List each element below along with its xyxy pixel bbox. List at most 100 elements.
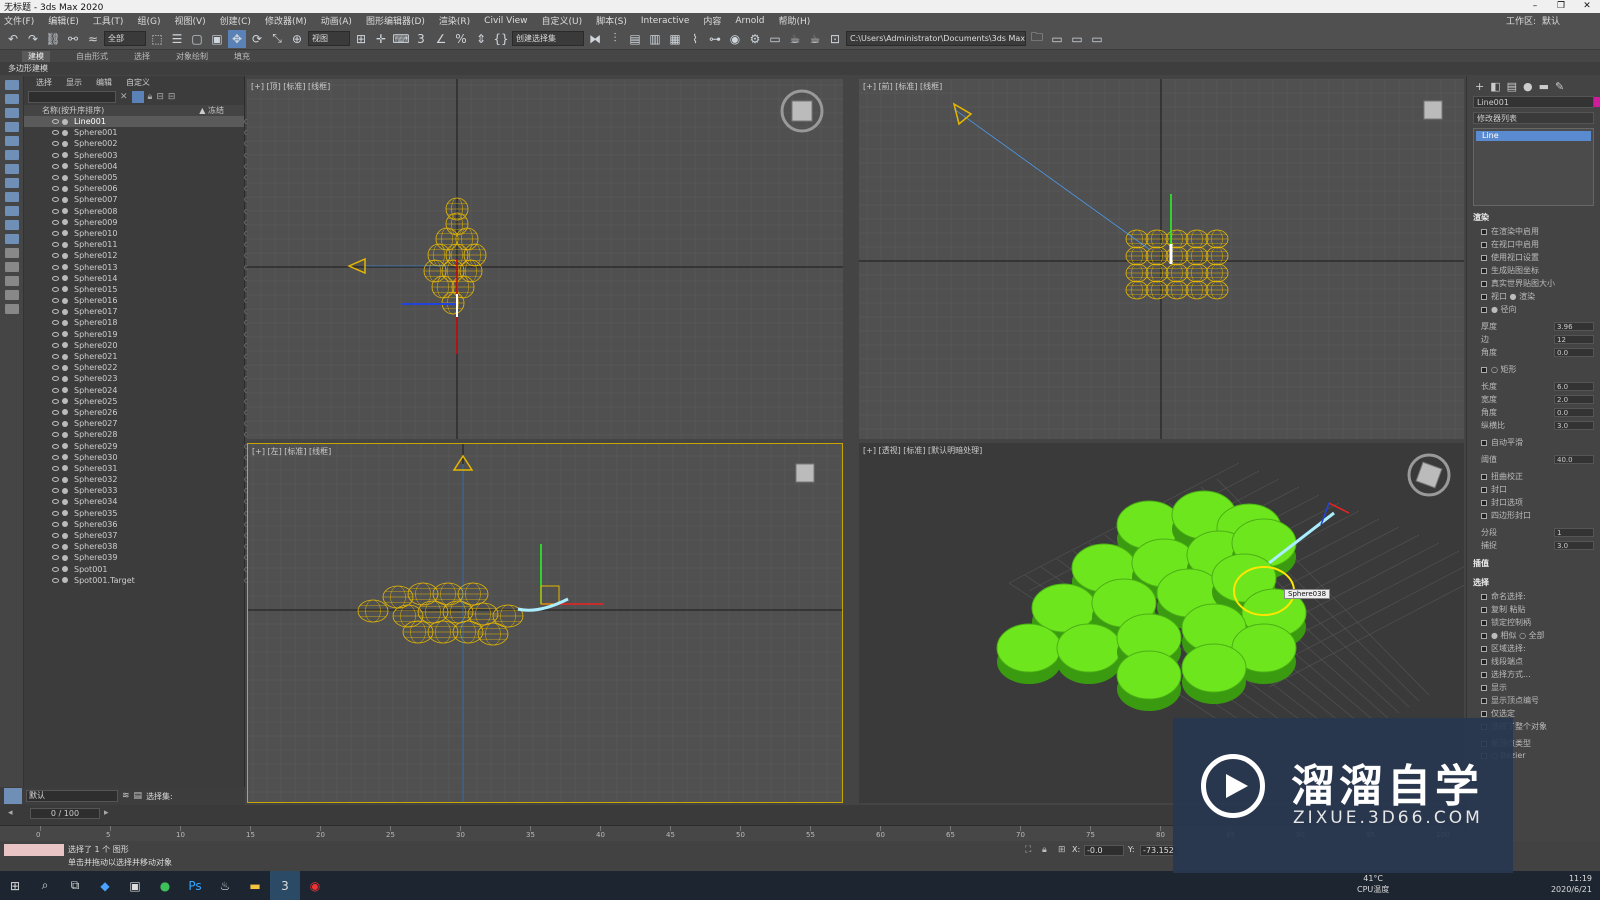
render-dot-icon[interactable] <box>62 521 68 528</box>
rollout-option[interactable]: 区域选择: <box>1473 642 1594 655</box>
undo-icon[interactable]: ↶ <box>4 30 22 48</box>
visibility-eye-icon[interactable] <box>52 376 59 382</box>
column-name-header[interactable]: 名称(按升序排序) <box>42 105 104 116</box>
rollout-option[interactable]: 使用视口设置 <box>1473 251 1594 264</box>
mirror-icon[interactable]: ⧓ <box>586 30 604 48</box>
3dsmax-icon[interactable]: 3 <box>270 871 300 900</box>
render-dot-icon[interactable] <box>62 319 68 326</box>
layout-icon[interactable] <box>5 94 19 104</box>
filter-icon[interactable] <box>5 276 19 286</box>
explorer-row[interactable]: Spot001.Target <box>24 575 249 586</box>
link-icon[interactable]: ⛓ <box>44 30 62 48</box>
display-tab-icon[interactable]: ▬ <box>1539 80 1549 93</box>
explorer-row[interactable]: Sphere024 <box>24 385 249 396</box>
layout-icon[interactable] <box>5 220 19 230</box>
render-dot-icon[interactable] <box>62 375 68 382</box>
app-icon[interactable]: ◆ <box>90 871 120 900</box>
explorer-row[interactable]: Sphere023 <box>24 373 249 384</box>
filter-icon[interactable] <box>5 262 19 272</box>
viewport-label[interactable]: [+] [左] [标准] [线框] <box>252 446 331 457</box>
menu-item[interactable]: 编辑(E) <box>48 14 79 27</box>
menu-item[interactable]: Arnold <box>735 16 764 26</box>
maximize-button[interactable]: ❐ <box>1548 0 1574 13</box>
rollout-option[interactable]: ○ 矩形 <box>1473 363 1594 376</box>
visibility-eye-icon[interactable] <box>52 477 59 483</box>
checkbox[interactable] <box>1481 439 1487 446</box>
save-file-icon[interactable]: ▭ <box>1068 30 1086 48</box>
record-icon[interactable]: ◉ <box>300 871 330 900</box>
layer-name-field[interactable]: 默认 <box>26 790 118 802</box>
explorer-row[interactable]: Sphere016 <box>24 295 249 306</box>
explorer-row[interactable]: Sphere030 <box>24 452 249 463</box>
explorer-row[interactable]: Sphere012 <box>24 250 249 261</box>
menu-item[interactable]: 帮助(H) <box>779 14 811 27</box>
visibility-eye-icon[interactable] <box>52 398 59 404</box>
select-object-icon[interactable]: ⬚ <box>148 30 166 48</box>
spinner-snap-icon[interactable]: ⇕ <box>472 30 490 48</box>
visibility-eye-icon[interactable] <box>52 544 59 550</box>
explorer-row[interactable]: Sphere031 <box>24 463 249 474</box>
render-dot-icon[interactable] <box>62 532 68 539</box>
object-name-value[interactable]: Line001 <box>1477 98 1509 107</box>
browser-icon[interactable]: ● <box>150 871 180 900</box>
render-dot-icon[interactable] <box>62 252 68 259</box>
rollout-option[interactable]: 真实世界贴图大小 <box>1473 277 1594 290</box>
visibility-eye-icon[interactable] <box>52 264 59 270</box>
spinner-field[interactable]: 3.0 <box>1554 421 1594 430</box>
explorer-row[interactable]: Sphere008 <box>24 206 249 217</box>
visibility-eye-icon[interactable] <box>52 454 59 460</box>
lock-icon[interactable]: 🔒︎ <box>148 92 153 102</box>
filter-icon[interactable] <box>131 91 144 103</box>
viewport-left-canvas[interactable] <box>248 444 843 803</box>
checkbox[interactable] <box>1481 606 1487 613</box>
visibility-eye-icon[interactable] <box>52 566 59 572</box>
layout-icon[interactable] <box>5 234 19 244</box>
visibility-eye-icon[interactable] <box>52 186 59 192</box>
render-dot-icon[interactable] <box>62 140 68 147</box>
render-dot-icon[interactable] <box>62 476 68 483</box>
render-dot-icon[interactable] <box>62 275 68 282</box>
spinner-field[interactable]: 2.0 <box>1554 395 1594 404</box>
pivot-center-icon[interactable]: ⊞ <box>352 30 370 48</box>
curve-editor-icon[interactable]: ⌇ <box>686 30 704 48</box>
visibility-eye-icon[interactable] <box>52 230 59 236</box>
render-dot-icon[interactable] <box>62 420 68 427</box>
rollout-option[interactable]: 在视口中启用 <box>1473 238 1594 251</box>
render-dot-icon[interactable] <box>62 264 68 271</box>
create-tab-icon[interactable]: + <box>1475 80 1484 93</box>
render-dot-icon[interactable] <box>62 219 68 226</box>
filter-icon[interactable] <box>5 248 19 258</box>
isolate-icon[interactable]: ⛶ <box>1025 845 1031 855</box>
checkbox[interactable] <box>1481 619 1487 626</box>
edit-named-sel-icon[interactable]: {} <box>492 30 510 48</box>
visibility-eye-icon[interactable] <box>52 219 59 225</box>
menu-item[interactable]: 修改器(M) <box>265 14 307 27</box>
render-dot-icon[interactable] <box>62 554 68 561</box>
layout-icon[interactable] <box>5 136 19 146</box>
visibility-eye-icon[interactable] <box>52 208 59 214</box>
folder-icon[interactable]: ▬ <box>240 871 270 900</box>
rollout-option[interactable]: 封口 <box>1473 483 1594 496</box>
checkbox[interactable] <box>1481 512 1487 519</box>
menu-item[interactable]: 文件(F) <box>4 14 34 27</box>
redo-icon[interactable]: ↷ <box>24 30 42 48</box>
explorer-row[interactable]: Sphere036 <box>24 519 249 530</box>
unlink-icon[interactable]: ⚯ <box>64 30 82 48</box>
explorer-row[interactable]: Sphere038 <box>24 541 249 552</box>
ref-coord-dropdown[interactable]: 视图 <box>308 31 350 46</box>
toggle-scene-explorer-icon[interactable]: ▤ <box>626 30 644 48</box>
visibility-eye-icon[interactable] <box>52 342 59 348</box>
object-color-swatch[interactable] <box>1594 97 1600 107</box>
render-dot-icon[interactable] <box>62 431 68 438</box>
workspace-value[interactable]: 默认 <box>1542 14 1560 27</box>
checkbox[interactable] <box>1481 710 1487 717</box>
render-dot-icon[interactable] <box>62 208 68 215</box>
explorer-row[interactable]: Sphere019 <box>24 329 249 340</box>
layout-icon[interactable] <box>5 164 19 174</box>
explorer-row[interactable]: Sphere034 <box>24 496 249 507</box>
render-dot-icon[interactable] <box>62 398 68 405</box>
hierarchy-icon[interactable]: ⊟ <box>156 92 164 102</box>
window-crossing-icon[interactable]: ▣ <box>208 30 226 48</box>
explorer-row[interactable]: Sphere022 <box>24 362 249 373</box>
menu-item[interactable]: 图形编辑器(D) <box>366 14 425 27</box>
